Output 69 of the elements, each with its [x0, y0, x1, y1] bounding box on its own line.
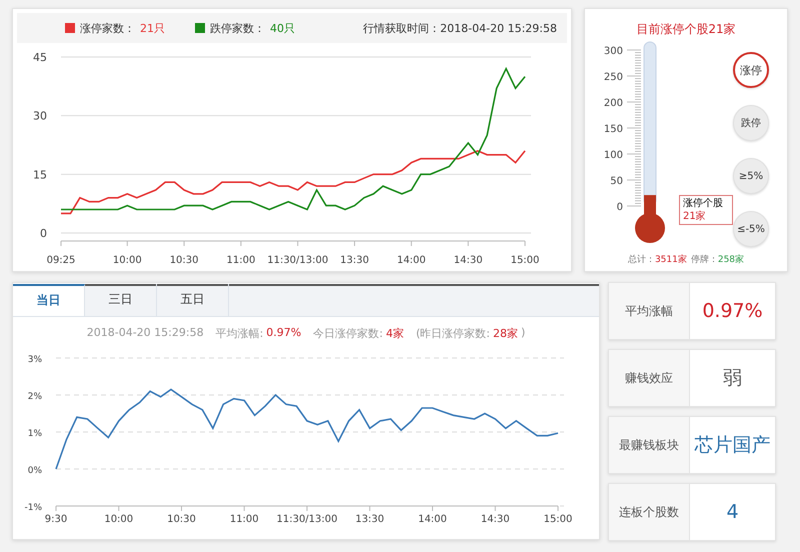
y-axis-label: 0 [40, 227, 47, 240]
x-axis-label: 10:00 [112, 255, 142, 266]
summary-label: 今日涨停家数: [313, 326, 383, 342]
footer-label: 总计： [628, 255, 655, 265]
filter-button[interactable]: 跌停 [733, 105, 769, 141]
y-axis-label: 15 [33, 168, 47, 182]
footer-label: 停牌： [690, 255, 718, 265]
x-axis-label: 10:30 [167, 514, 196, 525]
stat-label: 最赚钱板块 [609, 417, 690, 473]
scale-label: 150 [604, 124, 623, 135]
period-tab[interactable]: 三日 [85, 284, 157, 316]
scale-label: 200 [604, 98, 623, 109]
y-axis-label: 45 [33, 51, 47, 64]
stat-value: 弱 [722, 366, 743, 391]
x-axis-label: 14:30 [454, 255, 483, 266]
y-axis-label: 3% [28, 354, 42, 365]
summary-value: 0.97% [266, 326, 302, 341]
footer-value: 258家 [718, 255, 744, 265]
x-axis-label: 14:00 [396, 255, 426, 266]
y-axis-label: 0% [28, 466, 42, 476]
fetch-time: 行情获取时间：2018-04-20 15:29:58 [363, 20, 557, 36]
x-axis-label: 10:30 [170, 255, 199, 266]
y-axis-label: 1% [28, 428, 42, 439]
scale-label: 0 [616, 202, 623, 213]
scale-label: 250 [604, 72, 623, 83]
x-axis-label: 11:00 [226, 255, 256, 266]
period-tab[interactable]: 当日 [13, 284, 85, 316]
x-axis-label: 11:30/13:00 [276, 514, 338, 525]
x-axis-label: 11:30/13:00 [267, 255, 328, 266]
tooltip-label: 涨停个股 [683, 198, 723, 209]
trend-time: 2018-04-20 15:29:58 [86, 326, 204, 341]
scale-label: 100 [604, 150, 623, 161]
summary-label: (昨日涨停家数: [416, 326, 490, 342]
legend-label: 涨停家数： [80, 20, 135, 36]
filter-button[interactable]: ≥5% [733, 158, 769, 194]
y-axis-label: 2% [28, 392, 42, 402]
stat-value: 芯片国产 [694, 433, 772, 458]
y-axis-label: 30 [33, 110, 47, 123]
summary-suffix: ) [520, 326, 526, 341]
period-tab[interactable]: 五日 [157, 284, 229, 316]
legend-count: 40只 [270, 20, 295, 36]
scale-label: 300 [604, 46, 623, 57]
filter-button[interactable]: 涨停 [733, 52, 769, 88]
x-axis-label: 11:00 [230, 514, 259, 525]
stat-label: 平均涨幅 [609, 283, 690, 339]
summary-label: 平均涨幅: [216, 326, 264, 342]
summary-value: 4家 [386, 326, 404, 342]
x-axis-label: 10:00 [104, 514, 134, 525]
summary-value: 28家 [492, 326, 518, 342]
x-axis-label: 14:00 [418, 514, 447, 525]
stat-label: 赚钱效应 [609, 350, 690, 406]
x-axis-label: 14:30 [480, 514, 510, 525]
stat-label: 连板个股数 [609, 484, 690, 540]
x-axis-label: 15:00 [510, 255, 540, 266]
legend-count: 21只 [140, 20, 165, 36]
footer-value: 3511家 [654, 255, 687, 265]
x-axis-label: 13:30 [340, 255, 369, 266]
tooltip-value: 21家 [683, 211, 706, 222]
x-axis-label: 13:30 [355, 514, 384, 525]
scale-label: 50 [610, 176, 623, 187]
thermometer-title: 目前涨停个股21家 [635, 21, 737, 38]
stat-value: 4 [725, 500, 740, 525]
x-axis-label: 9:30 [44, 514, 68, 525]
stat-value: 0.97% [701, 299, 764, 324]
x-axis-label: 09:25 [46, 255, 76, 266]
x-axis-label: 15:00 [544, 514, 572, 525]
legend-label: 跌停家数： [210, 20, 265, 36]
filter-button[interactable]: ≤-5% [733, 211, 769, 247]
y-axis-label: -1% [24, 502, 42, 513]
